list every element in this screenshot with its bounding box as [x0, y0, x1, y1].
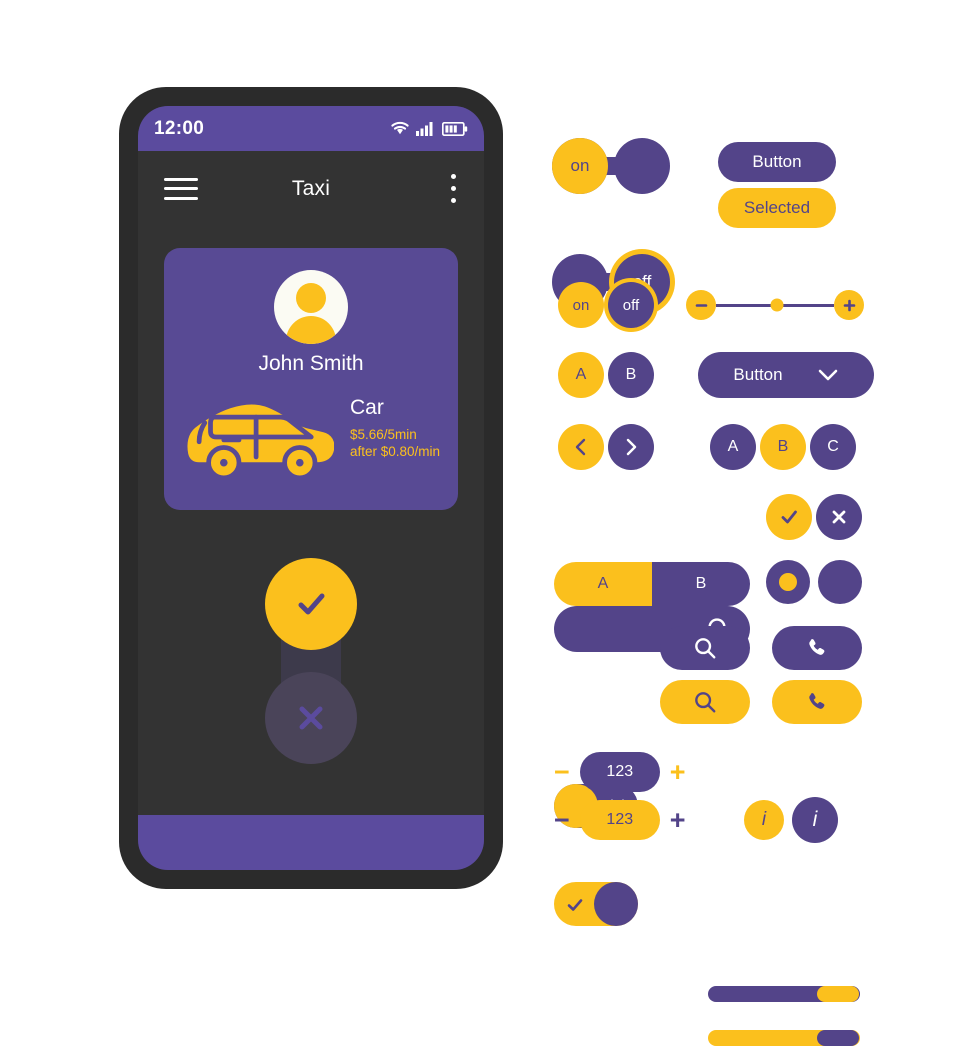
app-bar: Taxi — [138, 151, 484, 226]
slider-track[interactable] — [716, 298, 834, 312]
radio-unselected[interactable] — [818, 560, 862, 604]
circle-option-b[interactable]: B — [608, 352, 654, 398]
call-button-purple[interactable] — [772, 626, 862, 670]
chevron-left-icon — [575, 438, 586, 456]
check-icon — [781, 510, 797, 524]
close-icon — [832, 510, 846, 524]
toggle-small-off[interactable]: off — [608, 282, 654, 328]
stepper-minus-button-2[interactable]: − — [554, 806, 570, 834]
stepper-yellow: − 123 + — [554, 800, 686, 840]
status-bar: 12:00 — [138, 106, 484, 151]
search-icon — [695, 692, 716, 713]
radio-selected[interactable] — [766, 560, 810, 604]
phone-frame: 12:00 Taxi John Smith Car $5.66/5min aft… — [120, 88, 502, 888]
phone-icon — [809, 639, 825, 655]
fare-rate: $5.66/5min — [350, 427, 417, 442]
stepper-value-purple[interactable]: 123 — [579, 752, 660, 792]
car-icon — [182, 394, 335, 482]
driver-card: John Smith Car $5.66/5min after $0.80/mi… — [164, 248, 458, 510]
check-icon — [567, 899, 583, 911]
close-icon — [299, 706, 323, 730]
segment-b[interactable]: B — [652, 562, 750, 606]
toggle-small-group: on off — [558, 282, 654, 328]
button-selected[interactable]: Selected — [718, 188, 836, 228]
circle-option-a2[interactable]: A — [710, 424, 756, 470]
radio-group — [766, 560, 862, 604]
prev-button[interactable] — [558, 424, 604, 470]
slider-with-steppers[interactable] — [686, 290, 864, 320]
button-default[interactable]: Button — [718, 142, 836, 182]
slider-purple-track[interactable] — [708, 986, 860, 1002]
info-button-group: i i — [744, 797, 838, 843]
info-button-yellow[interactable]: i — [744, 800, 784, 840]
search-icon — [695, 638, 716, 659]
status-icons — [390, 121, 468, 136]
stepper-plus-button-2[interactable]: + — [670, 806, 686, 834]
check-icon — [298, 593, 325, 615]
toggle-large-on-knob[interactable]: on — [552, 138, 608, 194]
user-avatar-icon — [274, 270, 348, 344]
switch-knob — [594, 882, 638, 926]
slider-minus-button[interactable] — [686, 290, 716, 320]
accept-decline-toggle[interactable] — [265, 558, 357, 764]
stepper-value-yellow[interactable]: 123 — [579, 800, 660, 840]
stepper-purple: − 123 + — [554, 752, 686, 792]
plus-icon — [843, 299, 855, 311]
driver-name: John Smith — [258, 352, 364, 375]
accept-button[interactable] — [265, 558, 357, 650]
stepper-minus-button[interactable]: − — [554, 758, 570, 786]
radio-dot — [779, 573, 797, 591]
fare-block: Car $5.66/5min after $0.80/min — [350, 396, 440, 460]
circle-option-c2[interactable]: C — [810, 424, 856, 470]
phone-icon — [809, 693, 825, 709]
call-button-yellow[interactable] — [772, 680, 862, 724]
info-button-purple[interactable]: i — [792, 797, 838, 843]
chevron-down-icon — [818, 369, 837, 381]
segment-a[interactable]: A — [554, 562, 652, 606]
decline-button[interactable] — [265, 672, 357, 764]
slider-plus-button[interactable] — [834, 290, 864, 320]
fare-after: after $0.80/min — [350, 444, 441, 459]
pagination-arrows — [558, 424, 654, 470]
slider-purple-handle[interactable] — [817, 986, 860, 1002]
search-button-yellow[interactable] — [660, 680, 750, 724]
ui-kit-components: on Button off Selected on off A B Button… — [540, 120, 940, 1046]
toggle-small-on[interactable]: on — [558, 282, 604, 328]
slider-handle[interactable] — [770, 298, 784, 312]
ab-circle-group: A B — [558, 352, 654, 398]
dropdown-button[interactable]: Button — [698, 352, 874, 398]
battery-icon — [442, 121, 468, 136]
slider-yellow-track[interactable] — [708, 1030, 860, 1046]
signal-icon — [416, 122, 433, 136]
dropdown-label: Button — [733, 365, 783, 384]
phone-screen: 12:00 Taxi John Smith Car $5.66/5min aft… — [138, 106, 484, 870]
kebab-icon[interactable] — [451, 174, 456, 203]
bottom-nav-bar — [138, 815, 484, 870]
toggle-large-on[interactable]: on — [552, 138, 670, 194]
stepper-plus-button[interactable]: + — [670, 758, 686, 786]
chevron-right-icon — [626, 438, 637, 456]
circle-option-a[interactable]: A — [558, 352, 604, 398]
slider-yellow-handle[interactable] — [817, 1030, 860, 1046]
switch-on-yellow[interactable] — [554, 882, 638, 926]
wifi-icon — [391, 121, 409, 135]
reject-icon-button[interactable] — [816, 494, 862, 540]
abc-circle-group: A B C — [710, 424, 856, 470]
hamburger-icon[interactable] — [164, 177, 198, 200]
confirm-group — [766, 494, 862, 540]
circle-option-b2[interactable]: B — [760, 424, 806, 470]
minus-icon — [695, 303, 707, 307]
fare-title: Car — [350, 396, 384, 419]
status-time: 12:00 — [154, 117, 205, 139]
next-button[interactable] — [608, 424, 654, 470]
segmented-control: A B — [554, 562, 750, 606]
search-button-purple[interactable] — [660, 626, 750, 670]
accept-icon-button[interactable] — [766, 494, 812, 540]
ui-kit-canvas: 12:00 Taxi John Smith Car $5.66/5min aft… — [0, 0, 980, 1046]
